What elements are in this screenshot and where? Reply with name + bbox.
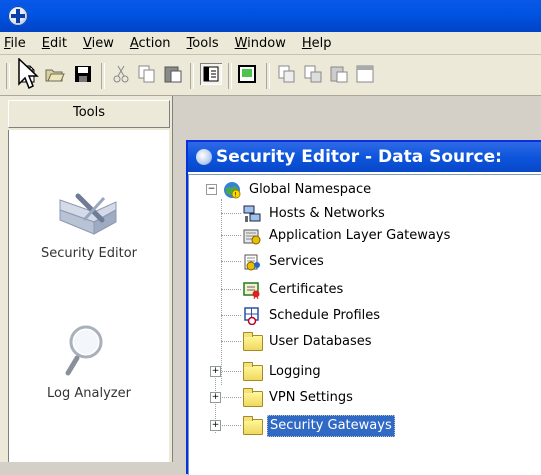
copy-to-icon[interactable] — [276, 63, 298, 85]
folder-icon — [243, 332, 263, 351]
save-icon[interactable] — [72, 63, 94, 85]
tree-connector — [221, 213, 241, 214]
folder-icon — [243, 416, 263, 435]
toolbar-separator — [266, 63, 270, 89]
tree-connector — [221, 315, 241, 316]
tree-connector — [221, 341, 241, 342]
window-title-bar[interactable]: Security Editor - Data Source: — [188, 142, 541, 172]
services-icon — [244, 254, 260, 271]
toolbar-separator — [190, 63, 194, 89]
tools-list: Security Editor Log Analyzer — [8, 130, 169, 462]
menu-view[interactable]: View — [75, 36, 122, 51]
move-icon[interactable] — [302, 63, 324, 85]
tool-label: Log Analyzer — [47, 386, 131, 401]
gateway-icon — [243, 229, 261, 245]
tool-security-editor[interactable]: Security Editor — [9, 190, 169, 261]
security-editor-window: Security Editor - Data Source: − ! Globa… — [186, 140, 541, 475]
tools-pane: Tools Security Editor Log Analyzer — [0, 96, 173, 462]
toolbar-grip[interactable] — [6, 63, 10, 89]
namespace-tree: − ! Global Namespace Hosts & Networks Ap… — [188, 174, 541, 475]
copy-icon[interactable] — [136, 63, 158, 85]
toolbar-separator — [228, 63, 232, 89]
menu-action[interactable]: Action — [122, 36, 179, 51]
security-editor-icon — [59, 193, 117, 235]
new-window-icon[interactable] — [354, 63, 376, 85]
open-icon[interactable] — [44, 63, 66, 85]
certificate-icon — [243, 282, 260, 299]
toolbar-separator — [101, 63, 105, 89]
tool-label: Security Editor — [41, 246, 137, 261]
show-hide-icon[interactable] — [236, 63, 258, 85]
toolbar — [0, 55, 541, 96]
tree-connector — [221, 199, 222, 385]
app-globe-icon — [196, 149, 212, 165]
tree-connector — [221, 261, 241, 262]
paste-special-icon[interactable] — [328, 63, 350, 85]
svg-text:!: ! — [235, 192, 237, 199]
menu-edit[interactable]: Edit — [34, 36, 75, 51]
tree-connector — [221, 235, 241, 236]
paste-icon[interactable] — [162, 63, 184, 85]
menu-window[interactable]: Window — [227, 36, 294, 51]
tool-log-analyzer[interactable]: Log Analyzer — [9, 320, 169, 401]
tree-expand-button[interactable]: + — [210, 392, 221, 403]
menu-bar: File Edit View Action Tools Window Help — [0, 32, 541, 55]
menu-file[interactable]: File — [0, 36, 34, 51]
tree-expand-button[interactable]: + — [210, 420, 221, 431]
tree-connector — [221, 289, 241, 290]
properties-icon[interactable] — [200, 63, 222, 85]
magnifier-icon — [65, 325, 103, 376]
cut-icon[interactable] — [110, 63, 132, 85]
menu-tools[interactable]: Tools — [179, 36, 227, 51]
tools-pane-header: Tools — [8, 100, 170, 128]
global-namespace-icon: ! — [224, 182, 241, 199]
folder-icon — [243, 362, 263, 381]
menu-help[interactable]: Help — [294, 36, 340, 51]
tree-collapse-button[interactable]: − — [206, 184, 217, 195]
app-globe-icon[interactable] — [8, 6, 28, 26]
window-title: Security Editor - Data Source: — [216, 147, 502, 167]
tree-expand-button[interactable]: + — [210, 366, 221, 377]
app-title-bar[interactable] — [0, 0, 541, 32]
folder-icon — [243, 388, 263, 407]
hosts-networks-icon — [243, 205, 261, 222]
schedule-icon — [244, 307, 259, 325]
mouse-cursor-icon — [18, 58, 39, 90]
